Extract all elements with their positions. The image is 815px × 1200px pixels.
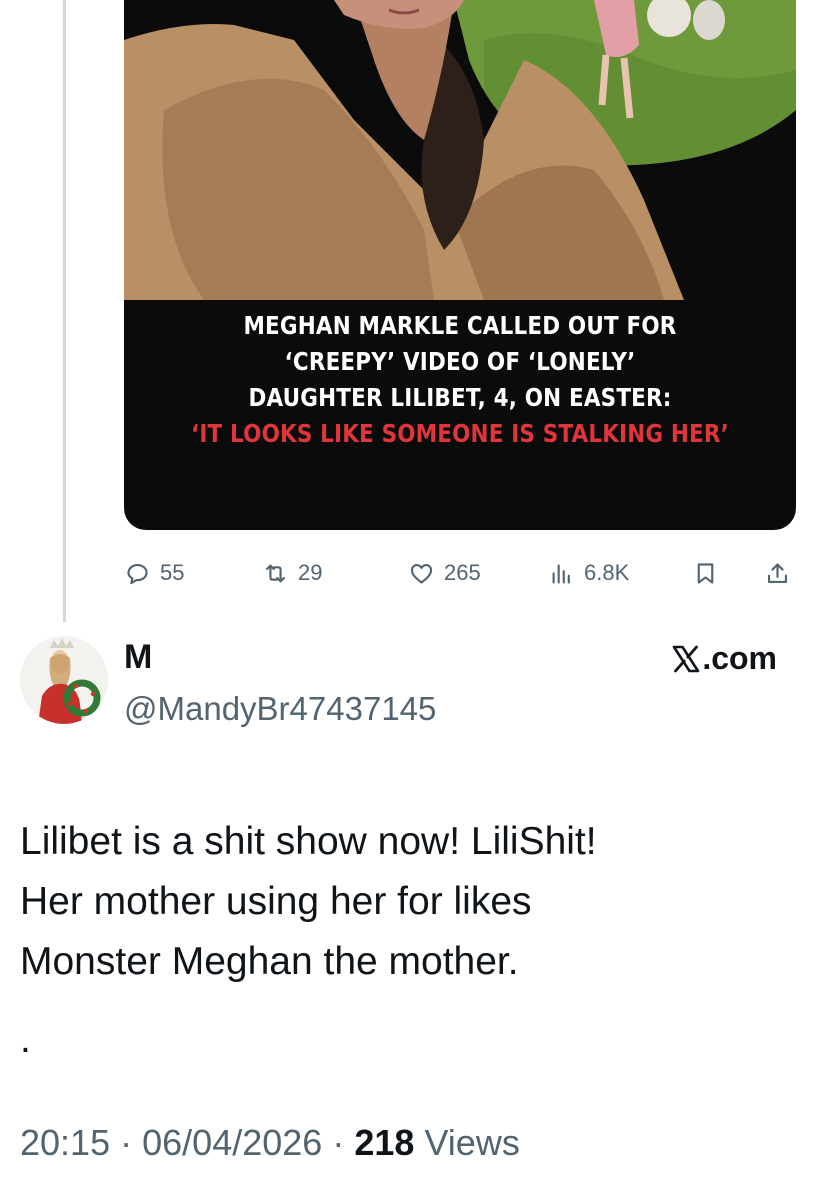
- quoted-post-action-bar: 55 29 265 6.8K: [0, 553, 815, 593]
- headline-line-2: ‘CREEPY’ VIDEO OF ‘LONELY’: [284, 347, 636, 376]
- bookmark-button[interactable]: [692, 553, 719, 593]
- post-views-count: 218: [354, 1122, 415, 1163]
- author-handle[interactable]: @MandyBr47437145: [124, 690, 436, 728]
- quoted-media-card[interactable]: MEGHAN MARKLE CALLED OUT FOR ‘CREEPY’ VI…: [124, 0, 796, 530]
- thread-connector-line: [63, 0, 66, 622]
- post-date[interactable]: 06/04/2026: [142, 1122, 322, 1163]
- brand-text: .com: [702, 640, 777, 676]
- post-text-line: Her mother using her for likes: [20, 880, 532, 923]
- views-count: 6.8K: [584, 560, 630, 585]
- share-upload-icon: [767, 562, 788, 583]
- reply-button[interactable]: 55: [124, 553, 184, 593]
- share-button[interactable]: [764, 553, 791, 593]
- bar-chart-icon: [552, 564, 570, 584]
- avatar-illustration: [20, 636, 108, 724]
- article-headline: MEGHAN MARKLE CALLED OUT FOR ‘CREEPY’ VI…: [171, 308, 749, 452]
- post-metadata: 20:15 · 06/04/2026 · 218 Views: [20, 1122, 520, 1164]
- meta-separator: ·: [332, 1122, 345, 1163]
- speech-bubble-icon: [127, 563, 148, 584]
- post-text: Lilibet is a shit show now! LiliShit! He…: [20, 812, 790, 992]
- headline-quote-line: ‘IT LOOKS LIKE SOMEONE IS STALKING HER’: [191, 419, 729, 448]
- author-display-name[interactable]: M: [124, 638, 152, 677]
- post-text-line: Monster Meghan the mother.: [20, 940, 519, 983]
- repost-arrows-icon: [265, 564, 286, 582]
- heart-icon: [410, 563, 433, 584]
- meta-separator: ·: [120, 1122, 133, 1163]
- views-button[interactable]: 6.8K: [548, 553, 629, 593]
- brand-watermark: .com: [671, 640, 777, 677]
- bookmark-icon: [697, 562, 714, 584]
- repost-count: 29: [298, 560, 323, 585]
- x-logo-icon: [673, 645, 700, 672]
- post-text-line: Lilibet is a shit show now! LiliShit!: [20, 820, 597, 863]
- headline-line-3: DAUGHTER LILIBET, 4, ON EASTER:: [248, 383, 672, 412]
- article-photo: [124, 0, 796, 300]
- like-button[interactable]: 265: [408, 553, 481, 593]
- repost-button[interactable]: 29: [262, 553, 322, 593]
- reply-count: 55: [160, 560, 185, 585]
- like-count: 265: [444, 560, 481, 585]
- avatar[interactable]: [20, 636, 108, 724]
- headline-line-1: MEGHAN MARKLE CALLED OUT FOR: [243, 311, 677, 340]
- post-time[interactable]: 20:15: [20, 1122, 110, 1163]
- post-trailing-mark: .: [20, 1018, 31, 1061]
- post-views-label: Views: [424, 1122, 520, 1163]
